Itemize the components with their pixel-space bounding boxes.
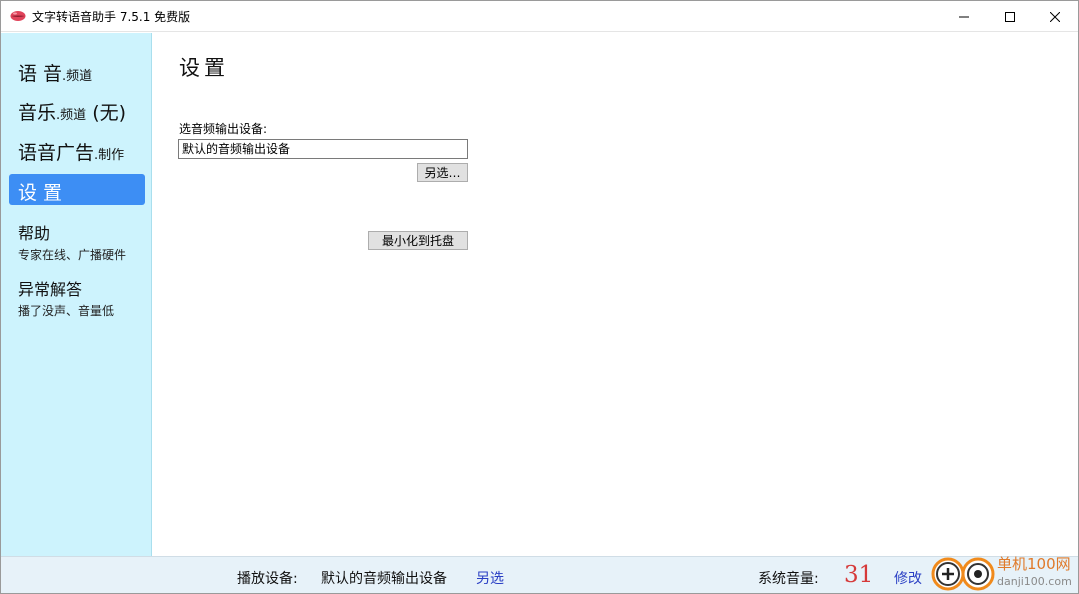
watermark-text: 单机100网: [997, 555, 1071, 573]
sidebar-item-tail: (无): [92, 102, 127, 124]
maximize-icon: [1005, 11, 1015, 22]
edit-volume-link[interactable]: 修改: [894, 568, 922, 588]
title-bar: 文字转语音助手 7.5.1 免费版: [1, 1, 1078, 32]
watermark-url: danji100.com: [997, 575, 1072, 588]
minimize-icon: [959, 16, 969, 17]
settings-panel: 设置 选音频输出设备: 默认的音频输出设备 另选… 最小化到托盘: [153, 33, 1078, 556]
device-label: 选音频输出设备:: [179, 122, 268, 136]
help-title: 帮助: [18, 224, 51, 243]
sidebar-item-faq[interactable]: 异常解答 播了没声、音量低: [18, 276, 114, 319]
sidebar-item-label: 语音广告: [18, 142, 95, 164]
sidebar-item-music-channel[interactable]: 音乐.频道 (无): [9, 94, 145, 125]
sidebar-item-label: 音乐: [18, 102, 57, 124]
close-icon: [1050, 11, 1060, 22]
playback-device-label: 播放设备:: [237, 571, 298, 587]
sidebar-item-label: 语 音: [18, 63, 63, 85]
page-title: 设置: [179, 56, 229, 80]
window-title: 文字转语音助手 7.5.1 免费版: [32, 10, 191, 24]
minimize-button[interactable]: [941, 1, 987, 32]
system-volume-value: 31: [844, 562, 874, 588]
browse-device-button[interactable]: 另选…: [417, 163, 468, 182]
system-volume-label: 系统音量:: [758, 571, 819, 587]
sidebar-item-help[interactable]: 帮助 专家在线、广播硬件: [18, 220, 126, 263]
watermark: 单机100网 danji100.com: [931, 550, 1078, 593]
minimize-to-tray-button[interactable]: 最小化到托盘: [368, 231, 468, 250]
close-button[interactable]: [1032, 1, 1078, 32]
lips-icon: [10, 11, 26, 21]
sidebar-item-voice-channel[interactable]: 语 音.频道: [9, 55, 145, 86]
sidebar-item-sublabel: .频道: [56, 108, 87, 123]
sidebar-item-settings[interactable]: 设 置: [9, 174, 145, 205]
playback-device-value: 默认的音频输出设备: [321, 571, 447, 587]
watermark-logo-icon: [931, 557, 995, 591]
sidebar-item-sublabel: .频道: [62, 69, 93, 84]
help-subtitle: 专家在线、广播硬件: [18, 248, 127, 262]
faq-subtitle: 播了没声、音量低: [18, 304, 115, 318]
app-window: 文字转语音助手 7.5.1 免费版 语 音.频道 音乐.频道 (无) 语音广告.…: [0, 0, 1079, 594]
sidebar-item-sublabel: .制作: [94, 148, 125, 163]
output-device-field[interactable]: 默认的音频输出设备: [178, 139, 468, 159]
sidebar-item-voice-ad[interactable]: 语音广告.制作: [9, 134, 145, 165]
sidebar-item-label: 设 置: [18, 182, 63, 204]
maximize-button[interactable]: [987, 1, 1033, 32]
change-device-link[interactable]: 另选: [476, 568, 504, 588]
faq-title: 异常解答: [18, 280, 83, 299]
sidebar: 语 音.频道 音乐.频道 (无) 语音广告.制作 设 置 帮助 专家在线、广播硬…: [1, 33, 152, 556]
status-bar: 播放设备: 默认的音频输出设备 另选 系统音量: 31 修改: [1, 556, 1078, 593]
